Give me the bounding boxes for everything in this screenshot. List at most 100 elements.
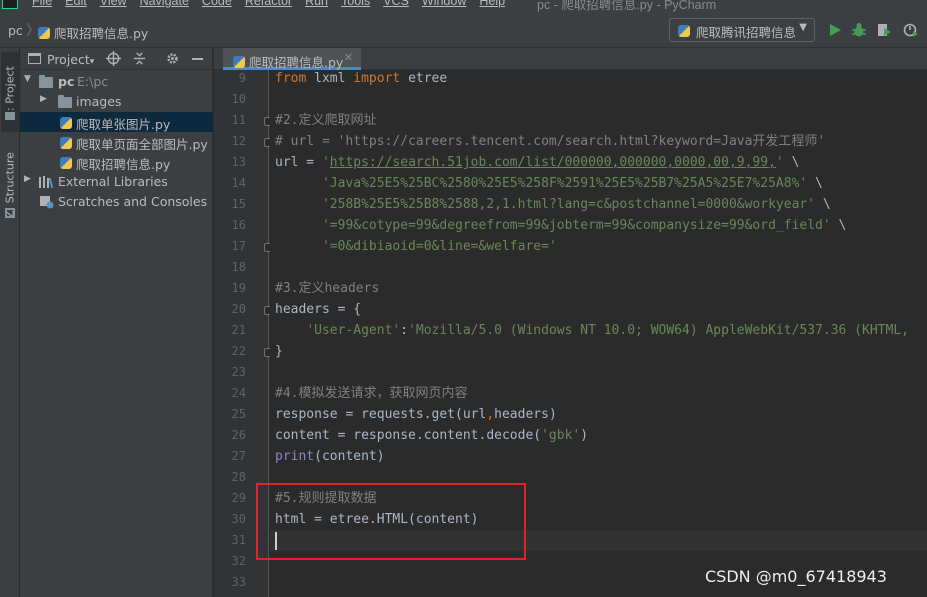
line-number: 33 (231, 575, 246, 589)
tree-item-file[interactable]: 爬取单页面全部图片.py (20, 132, 213, 152)
folder-icon (5, 112, 15, 120)
menu-window[interactable]: Window (422, 0, 466, 8)
tree-item-file[interactable]: 爬取单张图片.py (20, 112, 213, 132)
tree-item-scratches[interactable]: Scratches and Consoles (20, 192, 213, 212)
code-line: content = response.content.decode('gbk') (275, 428, 589, 443)
project-view-selector[interactable]: Project▾ (47, 52, 94, 67)
line-number: 23 (231, 365, 246, 379)
line-number: 20 (231, 302, 246, 316)
breadcrumb-project[interactable]: pc (8, 23, 23, 38)
python-file-icon (60, 136, 72, 151)
project-panel-header: Project▾ (20, 48, 213, 70)
expand-arrow-icon: ▼ (24, 74, 31, 84)
tree-item-pc[interactable]: ▼ pc E:\pc (20, 72, 213, 92)
menu-tools[interactable]: Tools (341, 0, 370, 8)
line-number: 30 (231, 512, 246, 526)
code-line: #3.定义headers (275, 281, 380, 296)
python-file-icon (38, 27, 50, 39)
highlight-box (256, 483, 526, 560)
line-number: 32 (231, 554, 246, 568)
tree-item-label: Scratches and Consoles (58, 194, 208, 209)
chevron-down-icon: ▼ (799, 22, 807, 33)
tree-item-label: pc (58, 74, 75, 89)
scratches-icon (40, 196, 54, 209)
debug-icon[interactable] (851, 22, 867, 38)
line-number: 28 (231, 470, 246, 484)
run-configuration-label: 爬取腾讯招聘信息 (696, 25, 797, 40)
structure-icon (5, 208, 15, 218)
breadcrumb-file-label: 爬取招聘信息.py (53, 26, 149, 41)
line-number: 16 (231, 218, 246, 232)
line-number: 11 (231, 113, 246, 127)
tree-item-external-libraries[interactable]: ▶ External Libraries (20, 172, 213, 192)
tree-item-file[interactable]: 爬取招聘信息.py (20, 152, 213, 172)
editor-tab-bar: 爬取招聘信息.py ✕ (214, 48, 927, 70)
line-number: 10 (231, 92, 246, 106)
line-number: 17 (231, 239, 246, 253)
minimize-icon[interactable] (192, 58, 203, 60)
code-line: '=0&dibiaoid=0&line=&welfare=' (321, 239, 557, 254)
code-line: 'User-Agent':'Mozilla/5.0 (Windows NT 10… (306, 323, 909, 338)
tree-item-path: E:\pc (77, 74, 109, 89)
line-number: 26 (231, 428, 246, 442)
code-line: } (275, 344, 283, 359)
code-line: response = requests.get(url,headers) (275, 407, 557, 422)
tree-item-images[interactable]: ▶ images (20, 92, 213, 112)
menu-help[interactable]: Help (479, 0, 505, 8)
tree-item-label: 爬取单页面全部图片.py (76, 137, 208, 152)
project-panel: Project▾ ▼ pc E:\pc ▶ images 爬取单张图片.py 爬… (20, 48, 213, 597)
line-number: 18 (231, 260, 246, 274)
python-file-icon (60, 156, 72, 171)
menu-file[interactable]: File (32, 0, 52, 8)
line-number: 24 (231, 386, 246, 400)
menu-vcs[interactable]: VCS (383, 0, 409, 8)
tree-item-label: External Libraries (58, 174, 168, 189)
python-file-icon (233, 56, 245, 68)
library-icon (39, 176, 54, 188)
coverage-icon[interactable] (876, 22, 892, 38)
menu-bar: File Edit View Navigate Code Refactor Ru… (0, 0, 927, 12)
menu-edit[interactable]: Edit (65, 0, 87, 8)
folder-icon (39, 75, 53, 91)
tab-editor-file[interactable]: 爬取招聘信息.py ✕ (223, 48, 361, 70)
menu-code[interactable]: Code (202, 0, 232, 8)
tab-project-tool[interactable]: 1: Project (1, 52, 19, 132)
breadcrumb-file[interactable]: 爬取招聘信息.py (38, 23, 148, 42)
line-number: 15 (231, 197, 246, 211)
code-line: headers = { (275, 302, 362, 317)
line-number: 29 (231, 491, 246, 505)
left-tool-strip: 1: Project Z: Structure (0, 48, 20, 597)
tree-item-label: images (76, 94, 122, 109)
window-title: pc - 爬取招聘信息.py - PyCharm (537, 0, 717, 12)
menu-view[interactable]: View (100, 0, 127, 8)
watermark: CSDN @m0_67418943 (705, 567, 887, 586)
line-number: 21 (231, 323, 246, 337)
close-icon[interactable]: ✕ (344, 51, 353, 64)
menu-items: File Edit View Navigate Code Refactor Ru… (32, 0, 505, 8)
folder-icon (58, 95, 72, 111)
code-line: from lxml import etree (275, 71, 448, 86)
code-line: # url = 'https://careers.tencent.com/sea… (275, 134, 826, 149)
chevron-down-icon: ▾ (89, 57, 95, 67)
line-number: 22 (231, 344, 246, 358)
pycharm-logo-icon (2, 0, 18, 9)
run-icon[interactable] (827, 22, 843, 38)
menu-refactor[interactable]: Refactor (245, 0, 292, 8)
locate-target-icon[interactable] (106, 51, 121, 66)
python-file-icon (678, 25, 690, 37)
collapsed-arrow-icon: ▶ (40, 94, 47, 104)
run-configuration-dropdown[interactable]: 爬取腾讯招聘信息 ▼ (669, 18, 815, 42)
line-number: 9 (238, 71, 246, 85)
tab-editor-file-label: 爬取招聘信息.py (248, 55, 344, 70)
profile-icon[interactable] (903, 22, 919, 38)
menu-navigate[interactable]: Navigate (140, 0, 189, 8)
tree-item-label: 爬取招聘信息.py (76, 157, 171, 172)
code-line: '258B%25E5%25B8%2588,2,1.html?lang=c&pos… (321, 197, 831, 212)
navigation-bar: pc 〉 爬取招聘信息.py 爬取腾讯招聘信息 ▼ (0, 12, 927, 48)
collapse-all-icon[interactable] (132, 51, 147, 66)
python-file-icon (60, 116, 72, 131)
line-number: 19 (231, 281, 246, 295)
window-icon (28, 53, 41, 64)
gear-icon[interactable] (165, 51, 180, 66)
menu-run[interactable]: Run (305, 0, 328, 8)
